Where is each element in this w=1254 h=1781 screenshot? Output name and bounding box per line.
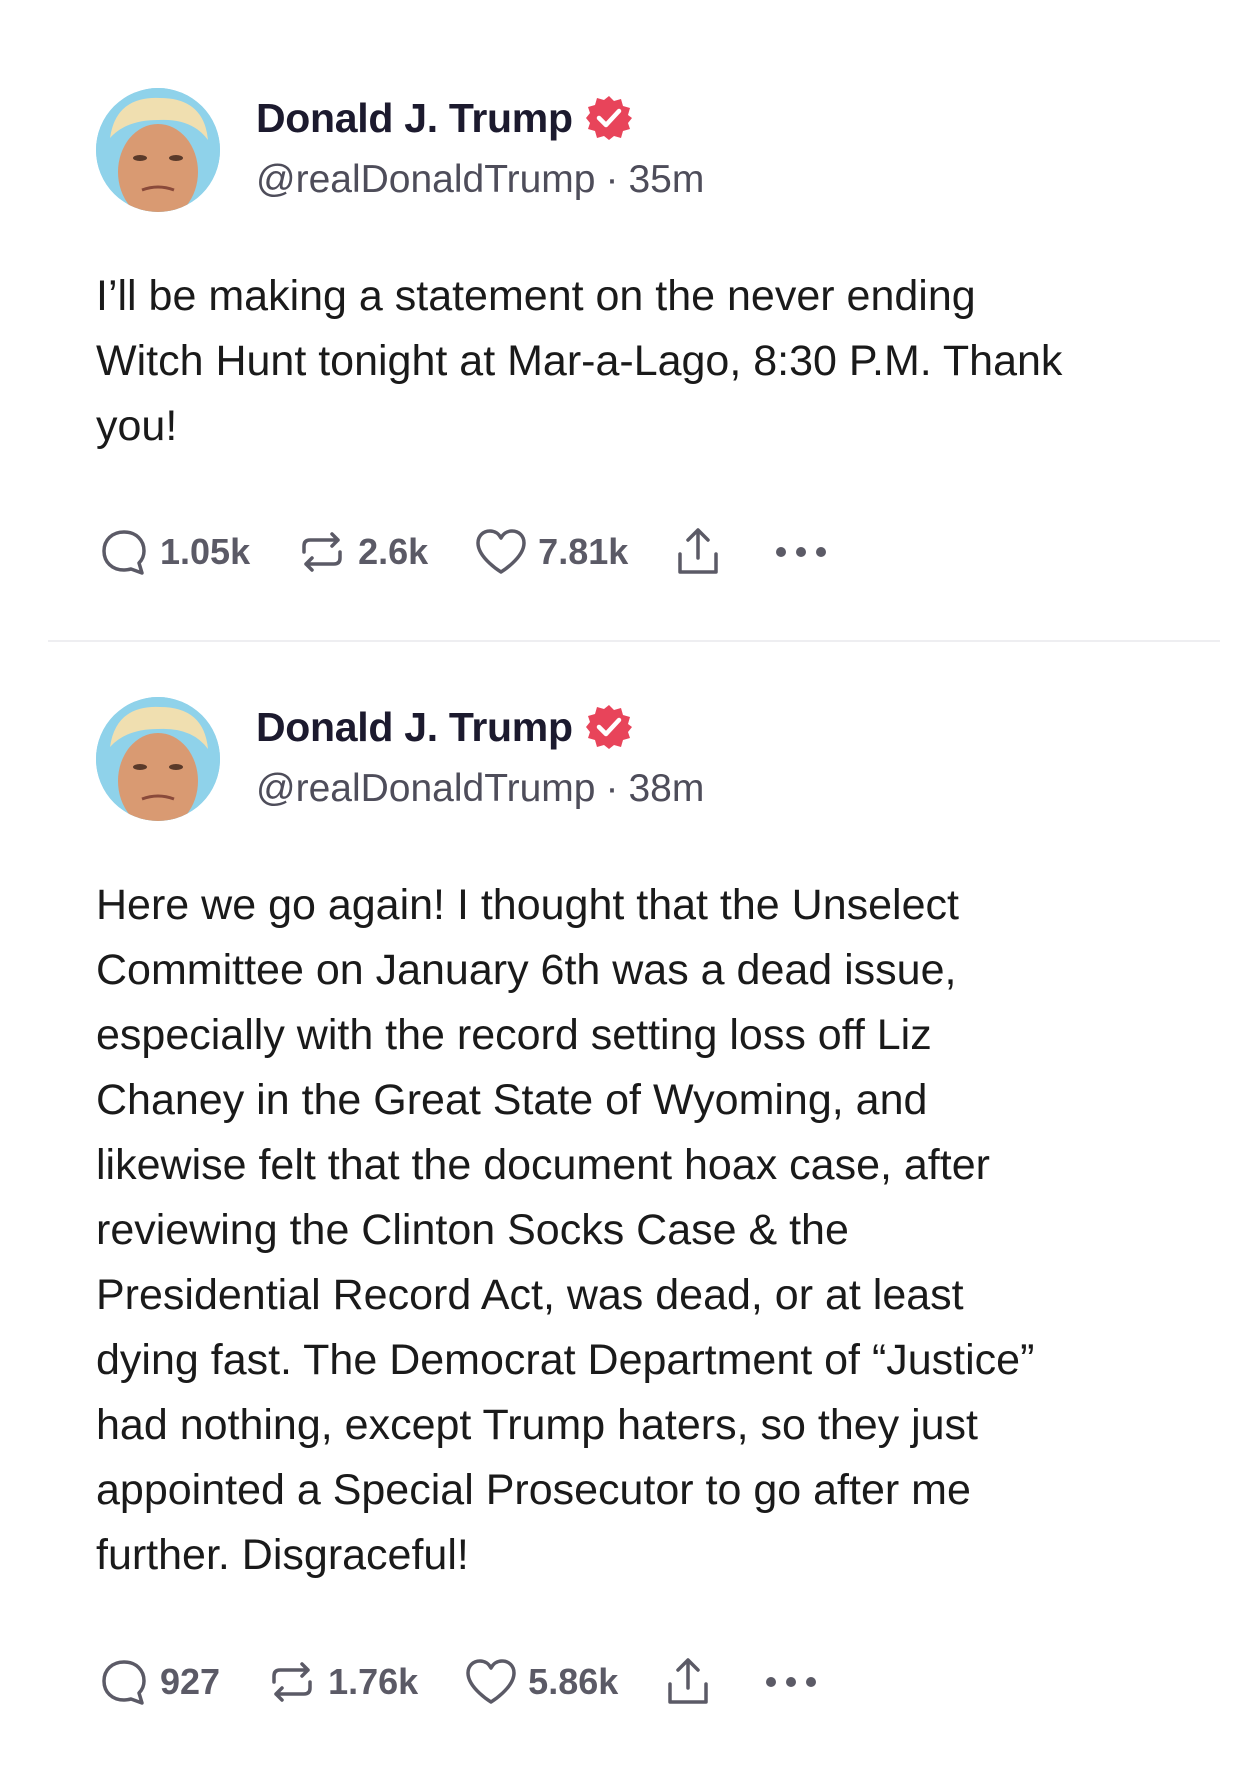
speech-bubble-icon bbox=[102, 530, 146, 575]
avatar-portrait-icon bbox=[96, 88, 220, 212]
more-options-button[interactable] bbox=[772, 542, 830, 562]
more-options-button[interactable] bbox=[762, 1672, 820, 1692]
post-text-line: Presidential Record Act, was dead, or at… bbox=[96, 1271, 964, 1319]
action-bar: 1.05k 2.6k 7.81k bbox=[96, 522, 830, 582]
share-button[interactable] bbox=[662, 1654, 714, 1710]
ellipsis-icon bbox=[776, 547, 827, 557]
author-display-name[interactable]: Donald J. Trump bbox=[256, 95, 573, 142]
action-bar: 927 1.76k 5.86k bbox=[96, 1652, 820, 1712]
repost-arrows-icon bbox=[272, 1662, 312, 1702]
author-handle[interactable]: @realDonaldTrump bbox=[256, 158, 595, 201]
heart-icon bbox=[466, 1659, 516, 1704]
heart-icon bbox=[476, 529, 526, 574]
share-upload-icon bbox=[668, 1658, 709, 1704]
reply-button[interactable]: 927 bbox=[96, 1654, 220, 1710]
post-text-line: Here we go again! I thought that the Uns… bbox=[96, 881, 959, 929]
post-text-line: likewise felt that the document hoax cas… bbox=[96, 1141, 990, 1189]
post-text-line: I’ll be making a statement on the never … bbox=[96, 272, 976, 320]
handle-line: @realDonaldTrump · 38m bbox=[256, 767, 704, 811]
post-text-line: appointed a Special Prosecutor to go aft… bbox=[96, 1466, 971, 1514]
share-upload-icon bbox=[678, 528, 719, 574]
post-text-line: Committee on January 6th was a dead issu… bbox=[96, 946, 957, 994]
post-divider bbox=[48, 640, 1220, 642]
author-name-line: Donald J. Trump bbox=[256, 94, 633, 142]
repost-arrows-icon bbox=[302, 532, 342, 572]
repost-button[interactable]: 2.6k bbox=[294, 524, 428, 580]
post-text-line: Chaney in the Great State of Wyoming, an… bbox=[96, 1076, 928, 1124]
author-handle[interactable]: @realDonaldTrump bbox=[256, 767, 595, 810]
like-button[interactable]: 5.86k bbox=[462, 1654, 618, 1710]
separator-dot: · bbox=[605, 158, 619, 201]
reply-count: 1.05k bbox=[160, 531, 251, 572]
post-content: Here we go again! I thought that the Uns… bbox=[96, 873, 1176, 1588]
separator-dot: · bbox=[605, 767, 619, 810]
repost-count: 2.6k bbox=[358, 531, 429, 572]
verified-badge-icon bbox=[585, 96, 632, 140]
repost-count: 1.76k bbox=[328, 1661, 419, 1702]
repost-button[interactable]: 1.76k bbox=[264, 1654, 418, 1710]
post-text-line: dying fast. The Democrat Department of “… bbox=[96, 1336, 1035, 1384]
speech-bubble-icon bbox=[102, 1660, 146, 1705]
like-count: 5.86k bbox=[528, 1661, 619, 1702]
author-display-name[interactable]: Donald J. Trump bbox=[256, 704, 573, 751]
avatar-portrait-icon bbox=[96, 697, 220, 821]
post-text-line: Witch Hunt tonight at Mar-a-Lago, 8:30 P… bbox=[96, 337, 1063, 385]
post-time[interactable]: 35m bbox=[628, 158, 704, 201]
share-button[interactable] bbox=[672, 524, 724, 580]
avatar[interactable] bbox=[96, 697, 220, 821]
avatar[interactable] bbox=[96, 88, 220, 212]
like-count: 7.81k bbox=[538, 531, 629, 572]
author-name-line: Donald J. Trump bbox=[256, 703, 633, 751]
post-time[interactable]: 38m bbox=[628, 767, 704, 810]
post-text-line: reviewing the Clinton Socks Case & the bbox=[96, 1206, 849, 1254]
post-text-line: you! bbox=[96, 402, 178, 450]
post-text-line: had nothing, except Trump haters, so the… bbox=[96, 1401, 979, 1449]
reply-button[interactable]: 1.05k bbox=[96, 524, 250, 580]
post-text-line: further. Disgraceful! bbox=[96, 1531, 469, 1579]
post-content: I’ll be making a statement on the never … bbox=[96, 264, 1176, 459]
handle-line: @realDonaldTrump · 35m bbox=[256, 158, 704, 202]
reply-count: 927 bbox=[160, 1661, 221, 1702]
verified-badge-icon bbox=[585, 705, 632, 749]
post-text-line: especially with the record setting loss … bbox=[96, 1011, 932, 1059]
like-button[interactable]: 7.81k bbox=[472, 524, 628, 580]
ellipsis-icon bbox=[766, 1677, 817, 1687]
